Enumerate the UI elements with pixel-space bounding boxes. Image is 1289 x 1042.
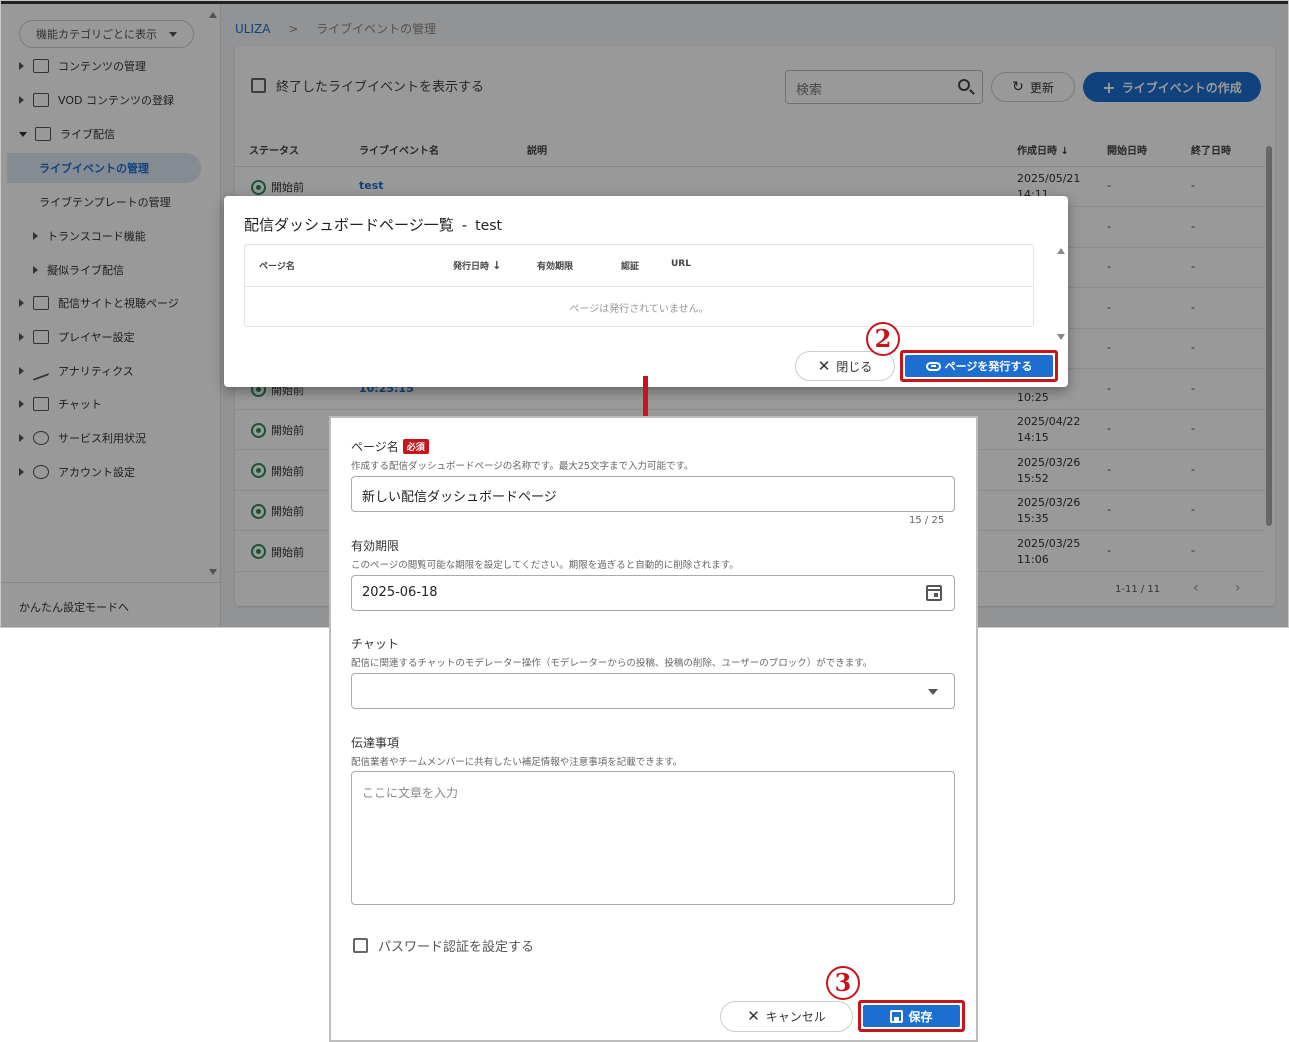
required-badge: 必須 [402, 439, 429, 454]
cancel-button[interactable]: ✕ キャンセル [720, 1001, 853, 1032]
issue-page-label: ページを発行する [944, 360, 1033, 373]
column-header-expiry: 有効期限 [537, 262, 574, 272]
close-label: 閉じる [836, 359, 873, 374]
dashboard-page-list-dialog: 配信ダッシュボードページ一覧 - test ページ名 発行日時 ↓ 有効期限 認証 … [224, 196, 1068, 387]
issue-page-highlight: ページを発行する [900, 350, 1058, 382]
page-name-counter: 15 / 25 [909, 515, 945, 526]
chat-select[interactable] [351, 673, 955, 709]
checkbox-icon [353, 938, 368, 953]
title-dash: - [461, 216, 468, 234]
page-name-help: 作成する配信ダッシュボードページの名称です。最大25文字まで入力可能です。 [351, 461, 694, 472]
page-name-input[interactable]: 新しい配信ダッシュボードページ [351, 476, 955, 512]
cancel-label: キャンセル [765, 1010, 826, 1024]
calendar-icon[interactable] [926, 585, 942, 601]
table-divider [245, 286, 1033, 287]
save-icon [890, 1009, 904, 1023]
empty-message: ページは発行されていません。 [569, 304, 709, 315]
expiry-label: 有効期限 [351, 539, 400, 553]
dialog-event-name: test [475, 218, 503, 234]
notes-placeholder: ここに文章を入力 [362, 786, 459, 800]
column-header-url: URL [671, 259, 691, 269]
expiry-value: 2025-06-18 [362, 585, 438, 600]
dialog-title: 配信ダッシュボードページ一覧 - test [244, 214, 502, 235]
dialog-title-text: 配信ダッシュボードページ一覧 [244, 216, 454, 234]
column-header-page-name: ページ名 [259, 262, 295, 272]
step-2-marker: 2 [866, 322, 900, 356]
scroll-down-icon[interactable] [1057, 334, 1065, 340]
save-highlight: 保存 [858, 1000, 965, 1032]
column-header-auth: 認証 [621, 262, 640, 272]
step-3-marker: 3 [826, 966, 860, 1000]
chat-label: チャット [351, 637, 399, 651]
expiry-help: このページの閲覧可能な期限を設定してください。期限を過ぎると自動的に削除されます… [351, 560, 739, 571]
save-button[interactable]: 保存 [863, 1005, 960, 1027]
issue-page-button[interactable]: ページを発行する [905, 355, 1053, 377]
chevron-down-icon [928, 689, 938, 695]
chat-help: 配信に関連するチャットのモデレーター操作（モデレーターからの投稿、投稿の削除、ユ… [351, 658, 873, 669]
scroll-up-icon[interactable] [1057, 248, 1065, 254]
notes-textarea[interactable]: ここに文章を入力 [351, 771, 955, 905]
column-header-issued-label: 発行日時 [453, 262, 490, 272]
sort-down-icon: ↓ [492, 259, 502, 272]
close-icon: ✕ [817, 356, 831, 375]
link-icon [925, 361, 941, 371]
page-name-label: ページ名 必須 [351, 438, 429, 455]
password-auth-label: パスワード認証を設定する [378, 940, 535, 955]
close-icon: ✕ [747, 1007, 760, 1025]
expiry-date-input[interactable]: 2025-06-18 [351, 575, 955, 611]
password-auth-checkbox[interactable]: パスワード認証を設定する [353, 936, 534, 955]
notes-help: 配信業者やチームメンバーに共有したい補足情報や注意事項を記載できます。 [351, 757, 683, 768]
create-dashboard-page-form: ページ名 必須 作成する配信ダッシュボードページの名称です。最大25文字まで入力可… [329, 416, 978, 1042]
notes-label: 伝達事項 [351, 736, 400, 750]
page-name-label-text: ページ名 [351, 440, 399, 454]
column-header-issued[interactable]: 発行日時 ↓ [453, 259, 501, 272]
dashboard-pages-table: ページ名 発行日時 ↓ 有効期限 認証 URL ページは発行されていません。 [244, 244, 1034, 327]
save-label: 保存 [908, 1009, 933, 1024]
page-name-value: 新しい配信ダッシュボードページ [362, 490, 557, 505]
